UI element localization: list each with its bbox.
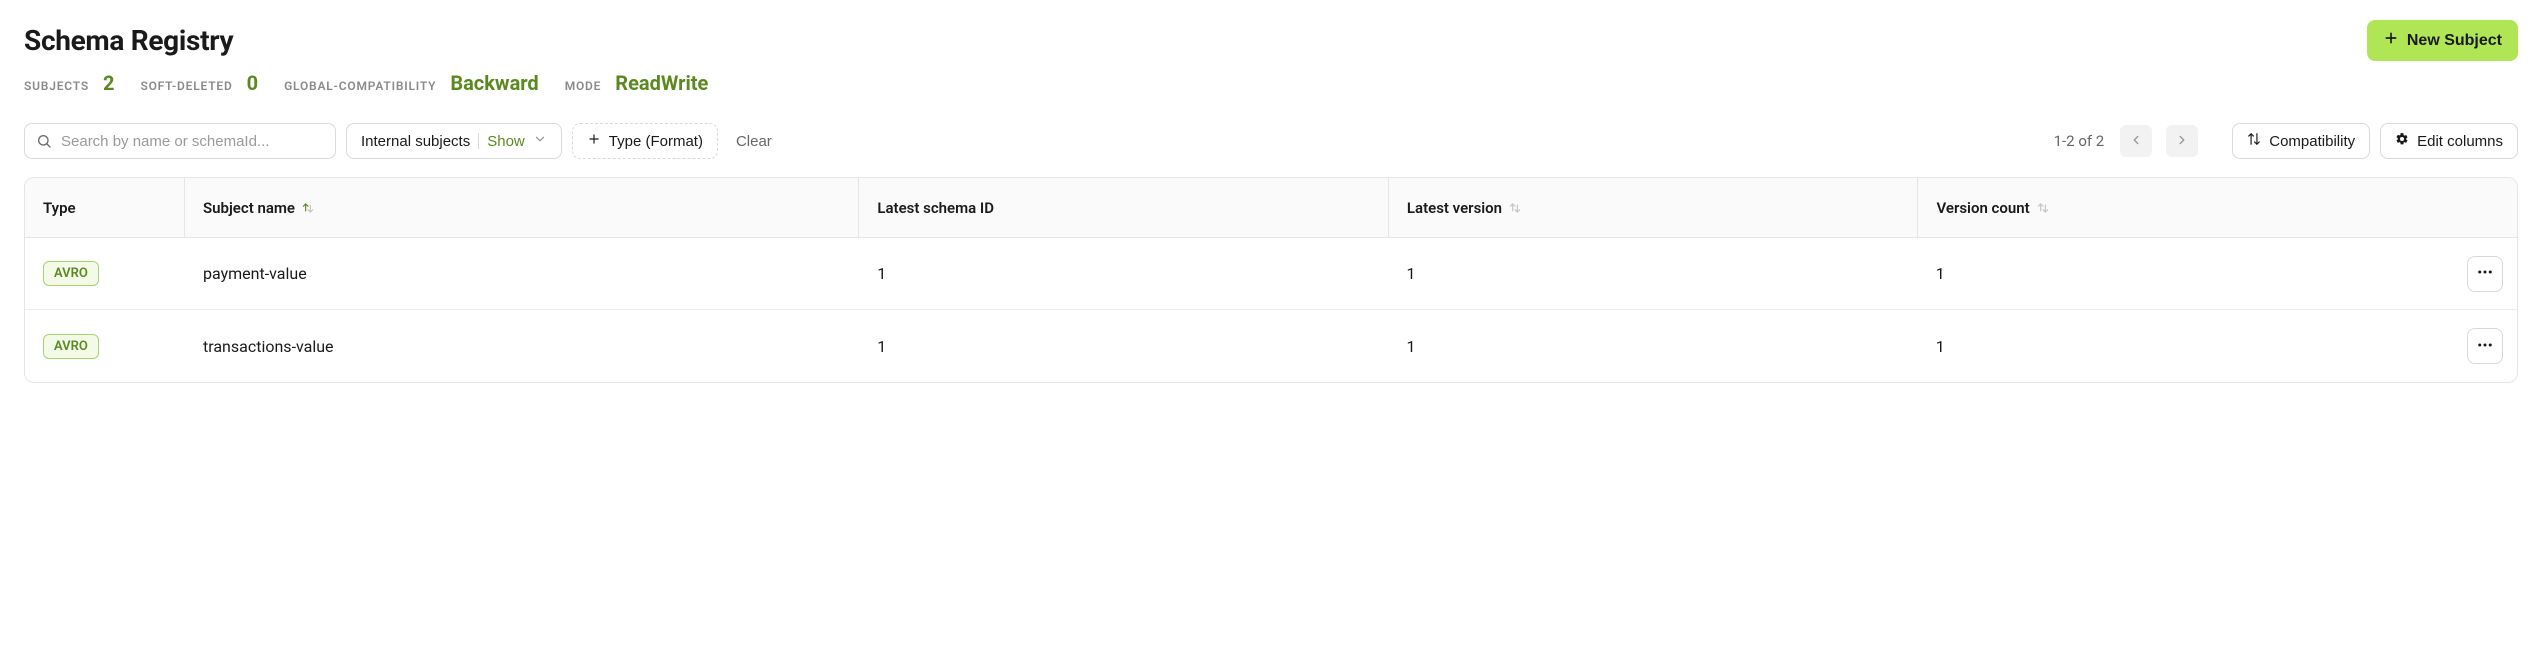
cell-subject-name: transactions-value — [185, 310, 859, 382]
compatibility-button[interactable]: Compatibility — [2232, 123, 2370, 159]
sort-icon — [1508, 201, 1522, 215]
cell-latest-schema-id: 1 — [859, 310, 1388, 382]
table-row[interactable]: AVRO transactions-value 1 1 1 — [25, 310, 2517, 382]
prev-page-button[interactable] — [2120, 125, 2152, 157]
table-header: Type Subject name Latest schema ID Lates… — [25, 178, 2517, 238]
stat-mode-value: ReadWrite — [615, 71, 708, 95]
th-type-label: Type — [43, 199, 76, 217]
latest-id-text: 1 — [877, 264, 886, 283]
latest-version-text: 1 — [1407, 337, 1416, 356]
stat-softdeleted-label: SOFT-DELETED — [140, 79, 232, 93]
internal-subjects-filter[interactable]: Internal subjects Show — [346, 123, 562, 159]
latest-version-text: 1 — [1407, 264, 1416, 283]
th-name-label: Subject name — [203, 199, 295, 217]
plus-icon — [587, 132, 601, 150]
internal-subjects-value: Show — [487, 133, 525, 150]
chevron-down-icon — [533, 132, 547, 150]
row-actions-button[interactable] — [2467, 328, 2503, 364]
plus-icon — [2383, 30, 2399, 51]
th-version-count[interactable]: Version count — [1918, 178, 2447, 237]
subject-name-text: payment-value — [203, 264, 307, 283]
th-latest-schema-id[interactable]: Latest schema ID — [859, 178, 1389, 237]
row-actions-button[interactable] — [2467, 256, 2503, 292]
chevron-right-icon — [2175, 133, 2189, 150]
table-row[interactable]: AVRO payment-value 1 1 1 — [25, 238, 2517, 310]
th-version-label: Latest version — [1407, 199, 1502, 217]
version-count-text: 1 — [1936, 264, 1945, 283]
pagination-info: 1-2 of 2 — [2054, 132, 2105, 150]
cell-latest-version: 1 — [1389, 238, 1918, 309]
cell-latest-schema-id: 1 — [859, 238, 1388, 309]
sort-asc-icon — [301, 201, 315, 215]
subject-name-text: transactions-value — [203, 337, 334, 356]
stat-mode-label: MODE — [565, 79, 602, 93]
stat-subjects-label: SUBJECTS — [24, 79, 89, 93]
stat-subjects-value: 2 — [103, 71, 114, 95]
next-page-button[interactable] — [2166, 125, 2198, 157]
compatibility-label: Compatibility — [2269, 133, 2355, 150]
type-format-filter[interactable]: Type (Format) — [572, 123, 718, 159]
chevron-left-icon — [2129, 133, 2143, 150]
stat-global-compat-label: GLOBAL-COMPATIBILITY — [284, 79, 436, 93]
cell-version-count: 1 — [1918, 310, 2447, 382]
edit-columns-button[interactable]: Edit columns — [2380, 123, 2518, 159]
cell-type: AVRO — [25, 238, 185, 309]
cell-type: AVRO — [25, 310, 185, 382]
th-id-label: Latest schema ID — [877, 199, 994, 217]
stats-bar: SUBJECTS 2 SOFT-DELETED 0 GLOBAL-COMPATI… — [24, 71, 2518, 95]
clear-filters-button[interactable]: Clear — [728, 133, 780, 150]
page-title: Schema Registry — [24, 24, 233, 57]
more-horizontal-icon — [2476, 263, 2494, 284]
new-subject-label: New Subject — [2407, 32, 2502, 50]
stat-global-compat-value: Backward — [450, 71, 538, 95]
new-subject-button[interactable]: New Subject — [2367, 20, 2518, 61]
th-latest-version[interactable]: Latest version — [1389, 178, 1919, 237]
more-horizontal-icon — [2476, 336, 2494, 357]
th-subject-name[interactable]: Subject name — [185, 178, 859, 237]
type-format-label: Type (Format) — [609, 133, 703, 150]
type-badge: AVRO — [43, 334, 99, 359]
internal-subjects-label: Internal subjects — [361, 133, 470, 150]
type-badge: AVRO — [43, 261, 99, 286]
gear-icon — [2395, 132, 2409, 150]
subjects-table: Type Subject name Latest schema ID Lates… — [24, 177, 2518, 383]
latest-id-text: 1 — [877, 337, 886, 356]
stat-softdeleted-value: 0 — [247, 71, 258, 95]
cell-subject-name: payment-value — [185, 238, 859, 309]
edit-columns-label: Edit columns — [2417, 133, 2503, 150]
th-count-label: Version count — [1936, 199, 2029, 217]
divider — [478, 133, 479, 149]
sort-icon — [2036, 201, 2050, 215]
search-input[interactable] — [24, 123, 336, 159]
toolbar: Internal subjects Show Type (Format) Cle… — [24, 123, 2518, 159]
version-count-text: 1 — [1936, 337, 1945, 356]
th-type[interactable]: Type — [25, 178, 185, 237]
cell-version-count: 1 — [1918, 238, 2447, 309]
th-actions — [2447, 178, 2517, 237]
cell-latest-version: 1 — [1389, 310, 1918, 382]
sort-icon — [2247, 132, 2261, 150]
